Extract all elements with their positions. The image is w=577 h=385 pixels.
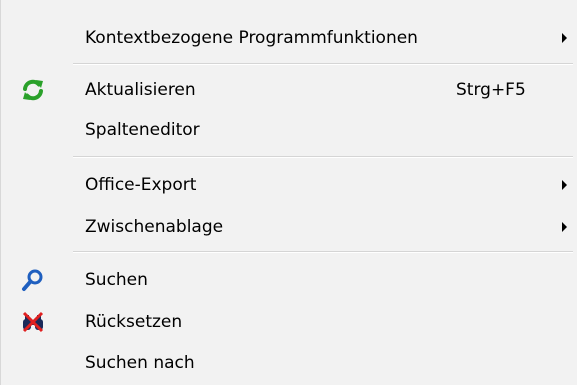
menu-separator — [73, 63, 573, 65]
menu-item-ruecksetzen[interactable]: Rücksetzen — [1, 302, 577, 342]
menu-item-spalteneditor[interactable]: Spalteneditor — [1, 110, 577, 150]
menu-item-shortcut: Strg+F5 — [456, 80, 526, 100]
search-icon — [21, 268, 45, 292]
menu-item-zwischenablage[interactable]: Zwischenablage — [1, 207, 577, 247]
submenu-arrow-icon — [562, 222, 567, 232]
menu-item-label: Rücksetzen — [85, 312, 183, 332]
menu-item-label: Kontextbezogene Programmfunktionen — [85, 28, 418, 48]
context-menu: Kontextbezogene Programmfunktionen Aktua… — [0, 0, 577, 385]
menu-item-label: Zwischenablage — [85, 217, 224, 237]
binoculars-reset-icon — [21, 310, 45, 334]
menu-separator — [73, 251, 573, 253]
menu-item-suchen-nach[interactable]: Suchen nach — [1, 343, 577, 383]
menu-item-kontextbezogene-programmfunktionen[interactable]: Kontextbezogene Programmfunktionen — [1, 18, 577, 58]
menu-item-label: Spalteneditor — [85, 120, 200, 140]
submenu-arrow-icon — [562, 33, 567, 43]
refresh-icon — [21, 78, 45, 102]
menu-item-label: Office-Export — [85, 175, 197, 195]
menu-item-suchen[interactable]: Suchen — [1, 260, 577, 300]
menu-item-label: Aktualisieren — [85, 80, 196, 100]
menu-item-aktualisieren[interactable]: Aktualisieren Strg+F5 — [1, 70, 577, 110]
menu-separator — [73, 156, 573, 158]
submenu-arrow-icon — [562, 180, 567, 190]
menu-item-label: Suchen nach — [85, 353, 195, 373]
menu-item-office-export[interactable]: Office-Export — [1, 165, 577, 205]
menu-item-label: Suchen — [85, 270, 148, 290]
